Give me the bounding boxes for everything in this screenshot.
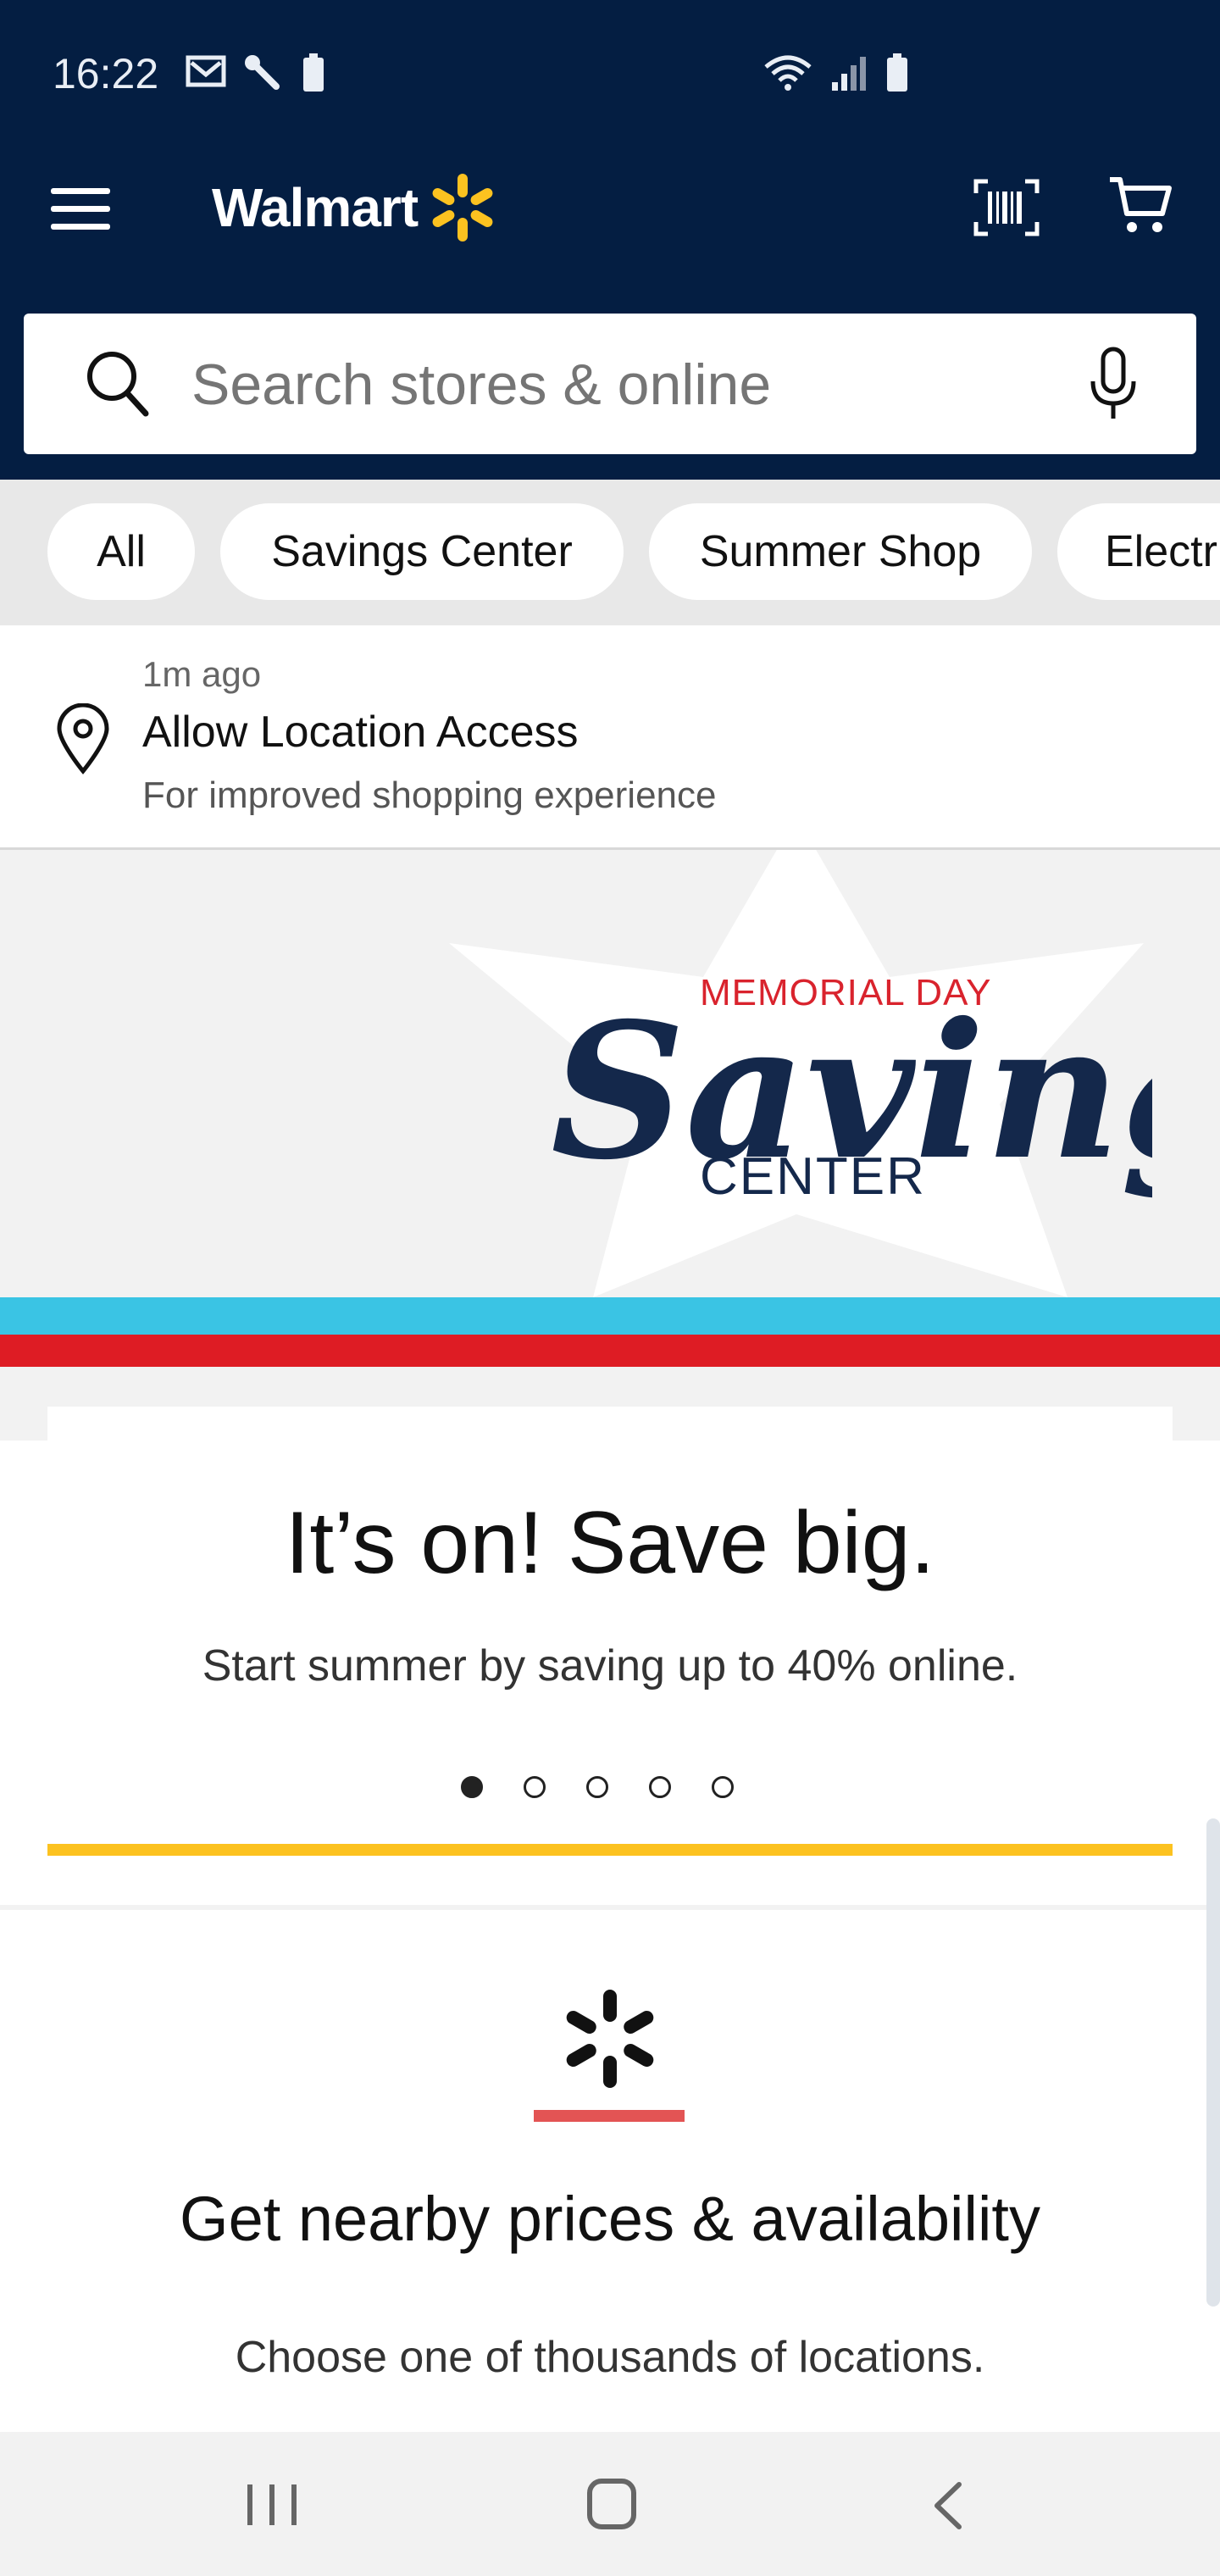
location-notification[interactable]: 1m ago Allow Location Access For improve… [0, 625, 1220, 850]
cart-icon[interactable] [1108, 175, 1173, 237]
scrollbar-thumb[interactable] [1206, 1818, 1220, 2307]
signal-icon [832, 57, 866, 91]
notification-title: Allow Location Access [142, 708, 579, 757]
notification-subtitle: For improved shopping experience [142, 774, 717, 816]
brand-name: Walmart [212, 177, 419, 238]
wifi-icon [764, 55, 812, 91]
carousel-dot[interactable] [712, 1776, 734, 1798]
promo-accent-bar [47, 1844, 1173, 1856]
chip-electronics[interactable]: Electr [1057, 503, 1220, 600]
barcode-scan-icon[interactable] [973, 178, 1040, 237]
microphone-icon[interactable] [1088, 346, 1139, 422]
memorial-day-banner[interactable]: MEMORIAL DAY Savings CENTER [0, 850, 1220, 1367]
category-chips: All Savings Center Summer Shop Electr [0, 480, 1220, 625]
carousel-dot[interactable] [461, 1776, 483, 1798]
spark-icon [566, 1990, 654, 2088]
red-stripe [0, 1335, 1220, 1367]
app-header: 16:22 Walmart [0, 0, 1220, 480]
system-nav-bar [0, 2432, 1220, 2576]
notification-time: 1m ago [142, 654, 262, 694]
spark-icon [432, 174, 493, 242]
wrench-icon [245, 55, 280, 90]
chip-all[interactable]: All [47, 503, 195, 600]
status-icons-right [762, 53, 910, 93]
location-card-title: Get nearby prices & availability [180, 2184, 1040, 2254]
chip-summer-shop[interactable]: Summer Shop [649, 503, 1032, 600]
chip-savings-center[interactable]: Savings Center [220, 503, 624, 600]
walmart-logo[interactable]: Walmart [212, 161, 499, 254]
location-card-subtitle: Choose one of thousands of locations. [235, 2333, 985, 2382]
app-bar: Walmart [0, 161, 1220, 254]
status-icons-left [185, 53, 327, 95]
search-icon [87, 352, 149, 417]
mail-icon [186, 55, 226, 87]
carousel-dot[interactable] [586, 1776, 608, 1798]
promo-card-top [47, 1407, 1173, 1444]
status-bar: 16:22 [0, 0, 1220, 144]
banner-line3: CENTER [700, 1147, 926, 1206]
back-icon[interactable] [932, 2481, 962, 2530]
home-icon[interactable] [586, 2478, 637, 2530]
promo-card[interactable]: It’s on! Save big. Start summer by savin… [0, 1441, 1220, 1905]
status-time: 16:22 [53, 50, 159, 97]
search-bar[interactable] [24, 314, 1196, 454]
location-card[interactable]: Get nearby prices & availability Choose … [0, 1910, 1220, 2432]
battery-saver-icon [303, 53, 324, 92]
accent-underline [534, 2110, 685, 2122]
location-pin-icon [57, 703, 109, 774]
recent-apps-icon[interactable] [246, 2481, 298, 2529]
search-input[interactable] [190, 346, 990, 424]
battery-icon [887, 53, 907, 92]
promo-subtitle: Start summer by saving up to 40% online. [202, 1641, 1018, 1690]
menu-icon[interactable] [51, 188, 110, 232]
carousel-dots [461, 1776, 734, 1798]
blue-stripe [0, 1297, 1220, 1335]
carousel-dot[interactable] [524, 1776, 546, 1798]
promo-title: It’s on! Save big. [285, 1494, 935, 1592]
carousel-dot[interactable] [649, 1776, 671, 1798]
